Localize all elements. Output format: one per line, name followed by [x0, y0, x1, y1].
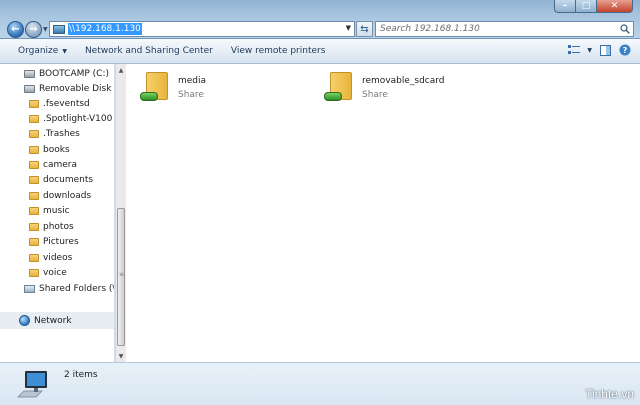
chevron-down-icon[interactable]: ▼ — [346, 24, 351, 32]
folder-icon — [29, 129, 39, 138]
title-bar: – □ ✕ ← → ▼ \\192.168.1.130 ▼ ⇆ — [0, 0, 640, 38]
folder-icon — [29, 160, 39, 169]
organize-label: Organize — [18, 46, 59, 56]
scroll-up-button[interactable]: ▲ — [116, 65, 126, 75]
nav-item-folder[interactable]: .Trashes — [29, 126, 80, 141]
window-controls: – □ ✕ — [554, 0, 633, 13]
folder-icon — [29, 114, 39, 123]
close-button[interactable]: ✕ — [597, 0, 633, 13]
nav-item-folder[interactable]: downloads — [29, 188, 91, 203]
arrow-right-icon: → — [29, 24, 38, 35]
nav-item-removable-disk[interactable]: Removable Disk (E:) — [24, 81, 114, 96]
drive-icon — [24, 84, 35, 93]
shared-folder-icon — [140, 71, 168, 101]
folder-icon — [29, 175, 39, 184]
search-input[interactable] — [380, 22, 618, 36]
folder-icon — [29, 191, 39, 200]
view-options-dropdown[interactable]: ▼ — [587, 47, 592, 54]
forward-button[interactable]: → — [25, 21, 42, 38]
share-type: Share — [178, 90, 204, 100]
refresh-button[interactable]: ⇆ — [356, 21, 373, 37]
folder-icon — [29, 268, 39, 277]
details-pane: 2 items Tinhte.vn — [0, 362, 640, 405]
nav-item-folder[interactable]: Pictures — [29, 234, 79, 249]
network-drive-icon — [24, 284, 35, 293]
arrow-left-icon: ← — [11, 24, 20, 35]
shared-folder-icon — [324, 71, 352, 101]
scroll-down-button[interactable]: ▼ — [116, 351, 126, 361]
share-name: removable_sdcard — [362, 76, 445, 86]
nav-item-folder[interactable]: photos — [29, 219, 74, 234]
network-icon — [19, 315, 30, 326]
scroll-thumb[interactable]: ≡ — [117, 208, 125, 346]
nav-item-folder[interactable]: documents — [29, 172, 93, 187]
help-icon: ? — [619, 44, 631, 56]
nav-item-folder[interactable]: videos — [29, 250, 72, 265]
back-button[interactable]: ← — [7, 21, 24, 38]
address-bar[interactable]: \\192.168.1.130 ▼ — [49, 21, 355, 37]
minimize-button[interactable]: – — [554, 0, 576, 13]
nav-scrollbar[interactable]: ▲ ≡ ▼ — [115, 64, 126, 362]
computer-icon — [17, 371, 47, 398]
navigation-pane: BOOTCAMP (C:) Removable Disk (E:) .fseve… — [0, 64, 115, 362]
nav-item-folder[interactable]: books — [29, 142, 70, 157]
watermark: Tinhte.vn — [585, 387, 634, 401]
nav-item-folder[interactable]: .Spotlight-V100 — [29, 111, 112, 126]
chevron-down-icon: ▼ — [62, 47, 67, 55]
refresh-icon: ⇆ — [360, 23, 369, 35]
share-type: Share — [362, 90, 388, 100]
folder-icon — [29, 206, 39, 215]
nav-item-folder[interactable]: voice — [29, 265, 67, 280]
command-bar: Organize ▼ Network and Sharing Center Vie… — [0, 39, 640, 64]
nav-item-folder[interactable]: .fseventsd — [29, 96, 90, 111]
nav-item-folder[interactable]: music — [29, 203, 70, 218]
preview-pane-button[interactable] — [598, 43, 612, 57]
share-item-removable-sdcard[interactable]: removable_sdcard Share — [324, 71, 445, 111]
item-count: 2 items — [64, 370, 98, 380]
maximize-button[interactable]: □ — [576, 0, 597, 13]
folder-icon — [29, 253, 39, 262]
view-list-icon — [568, 45, 581, 54]
folder-icon — [29, 145, 39, 154]
recent-pages-dropdown[interactable]: ▼ — [43, 26, 48, 33]
drive-icon — [24, 69, 35, 78]
share-name: media — [178, 76, 207, 86]
svg-text:?: ? — [623, 46, 628, 55]
nav-item-network[interactable]: Network — [0, 312, 114, 329]
nav-item-folder[interactable]: camera — [29, 157, 77, 172]
preview-pane-icon — [599, 44, 611, 56]
network-sharing-center-button[interactable]: Network and Sharing Center — [76, 41, 222, 61]
search-box[interactable] — [375, 21, 634, 37]
search-icon[interactable] — [620, 24, 630, 34]
network-location-icon — [53, 24, 65, 34]
view-remote-printers-button[interactable]: View remote printers — [222, 41, 335, 61]
help-button[interactable]: ? — [618, 43, 632, 57]
folder-icon — [29, 237, 39, 246]
organize-button[interactable]: Organize ▼ — [9, 41, 76, 61]
change-view-button[interactable] — [567, 43, 581, 57]
address-path[interactable]: \\192.168.1.130 — [68, 23, 142, 35]
folder-icon — [29, 222, 39, 231]
share-item-media[interactable]: media Share — [140, 71, 206, 111]
grip-icon: ≡ — [119, 271, 125, 278]
view-controls: ▼ ? — [567, 43, 632, 57]
nav-item-bootcamp[interactable]: BOOTCAMP (C:) — [24, 66, 109, 81]
nav-item-shared-folders[interactable]: Shared Folders (\\vm — [24, 281, 114, 296]
folder-icon — [29, 99, 39, 108]
file-list: media Share removable_sdcard Share — [126, 64, 640, 362]
